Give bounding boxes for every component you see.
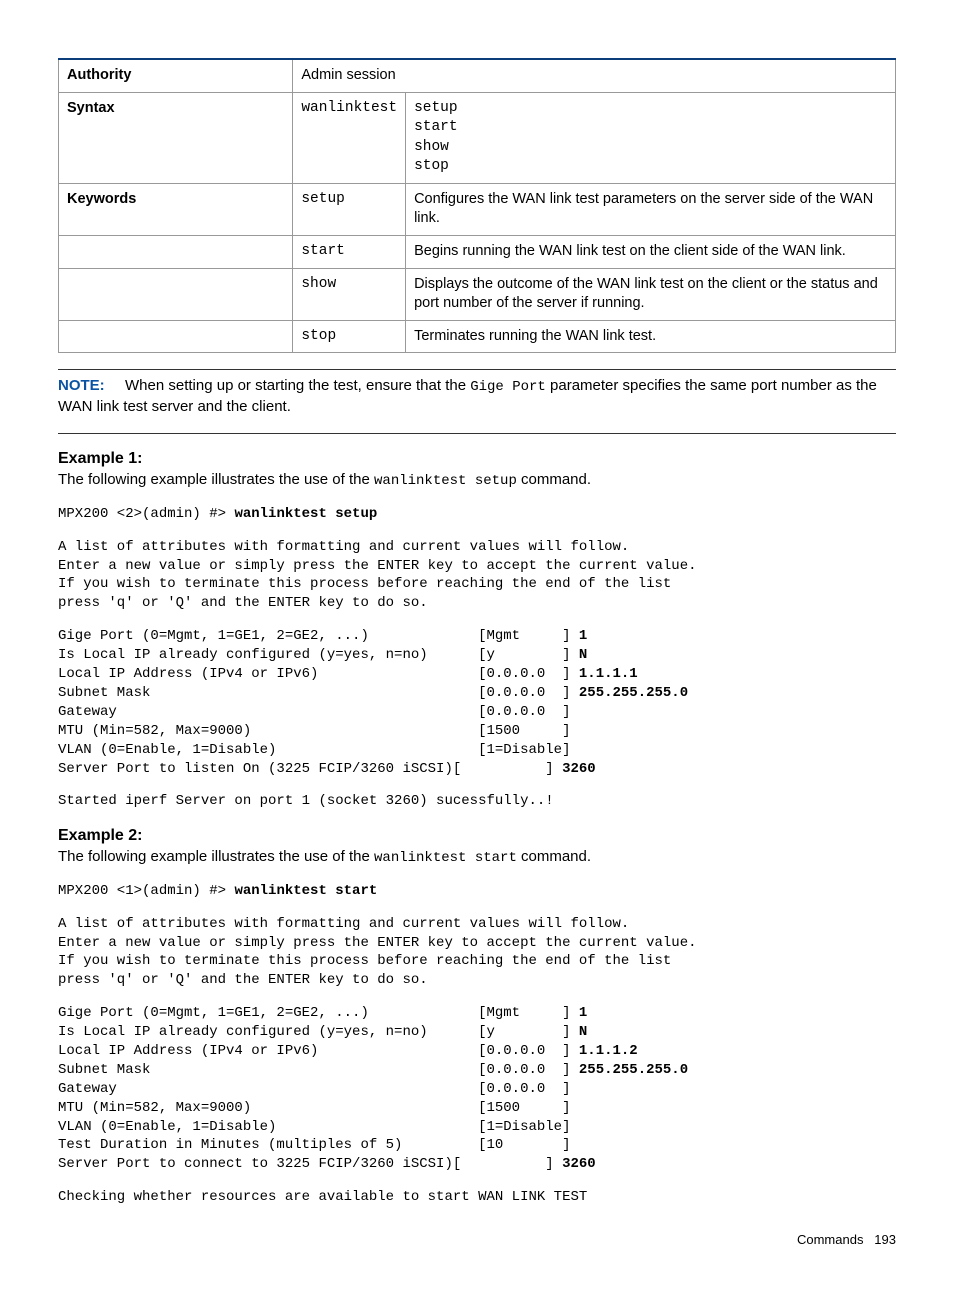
note-code: Gige Port	[470, 379, 546, 395]
example2-intro: The following example illustrates the us…	[58, 847, 896, 868]
table-row: showDisplays the outcome of the WAN link…	[59, 268, 896, 320]
example2-heading: Example 2:	[58, 825, 896, 847]
example2-lines: Gige Port (0=Mgmt, 1=GE1, 2=GE2, ...) [M…	[58, 1004, 896, 1174]
table-row: KeywordssetupConfigures the WAN link tes…	[59, 183, 896, 235]
example2-prompt: MPX200 <1>(admin) #> wanlinktest start	[58, 882, 896, 901]
note-rule-bottom	[58, 433, 896, 434]
page-footer: Commands 193	[58, 1231, 896, 1249]
example1-heading: Example 1:	[58, 448, 896, 470]
example1-prompt: MPX200 <2>(admin) #> wanlinktest setup	[58, 505, 896, 524]
command-table: AuthorityAdmin sessionSyntaxwanlinktests…	[58, 58, 896, 353]
example1-paragraph: A list of attributes with formatting and…	[58, 538, 896, 614]
table-row: stopTerminates running the WAN link test…	[59, 320, 896, 353]
table-row: AuthorityAdmin session	[59, 59, 896, 92]
table-row: Syntaxwanlinktestsetup start show stop	[59, 92, 896, 183]
note-text-before: When setting up or starting the test, en…	[125, 377, 470, 394]
example2-tail: Checking whether resources are available…	[58, 1188, 896, 1207]
table-row: startBegins running the WAN link test on…	[59, 235, 896, 268]
note-block: NOTE: When setting up or starting the te…	[58, 376, 896, 417]
note-rule-top	[58, 369, 896, 370]
example1-intro: The following example illustrates the us…	[58, 470, 896, 491]
example2-paragraph: A list of attributes with formatting and…	[58, 915, 896, 991]
example1-tail: Started iperf Server on port 1 (socket 3…	[58, 792, 896, 811]
example1-lines: Gige Port (0=Mgmt, 1=GE1, 2=GE2, ...) [M…	[58, 627, 896, 778]
note-label: NOTE:	[58, 377, 105, 394]
